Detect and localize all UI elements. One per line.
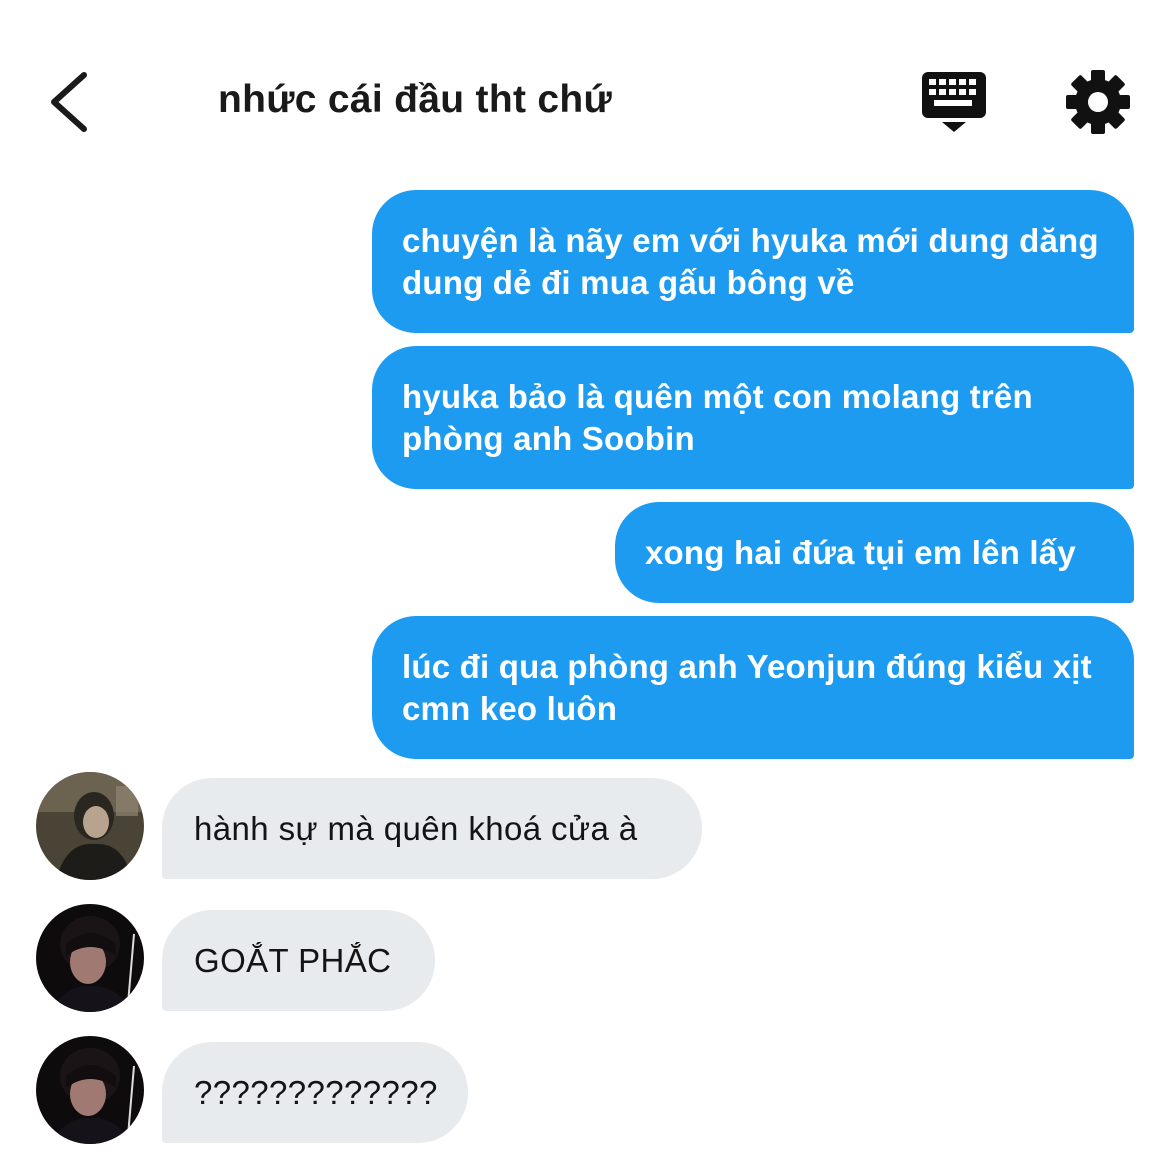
message-text: hành sự mà quên khoá cửa à xyxy=(194,809,638,847)
settings-button[interactable] xyxy=(1064,68,1132,136)
received-message[interactable]: hành sự mà quên khoá cửa à xyxy=(162,778,702,879)
keyboard-button[interactable] xyxy=(918,70,990,136)
conversation-header: nhức cái đầu tht chứ xyxy=(0,0,1170,180)
message-text: lúc đi qua phòng anh Yeonjun đúng kiểu x… xyxy=(402,647,1092,727)
message-text: xong hai đứa tụi em lên lấy xyxy=(645,533,1076,571)
back-button[interactable] xyxy=(38,62,98,142)
sent-message[interactable]: xong hai đứa tụi em lên lấy xyxy=(615,502,1134,603)
message-text: chuyện là nãy em với hyuka mới dung dăng… xyxy=(402,221,1099,301)
message-text: hyuka bảo là quên một con molang trên ph… xyxy=(402,377,1033,457)
received-message[interactable]: GOẮT PHẮC xyxy=(162,910,435,1011)
keyboard-icon xyxy=(922,72,986,132)
dm-conversation-screen: nhức cái đầu tht chứ chuyện là nãy em vớ… xyxy=(0,0,1170,1153)
sent-message[interactable]: chuyện là nãy em với hyuka mới dung dăng… xyxy=(372,190,1134,333)
message-text: GOẮT PHẮC xyxy=(194,941,392,979)
conversation-title: nhức cái đầu tht chứ xyxy=(218,78,613,121)
avatar[interactable] xyxy=(36,904,144,1012)
sent-message[interactable]: lúc đi qua phòng anh Yeonjun đúng kiểu x… xyxy=(372,616,1134,759)
avatar[interactable] xyxy=(36,772,144,880)
received-message[interactable]: ????????????? xyxy=(162,1042,468,1143)
avatar[interactable] xyxy=(36,1036,144,1144)
message-text: ????????????? xyxy=(194,1073,438,1111)
gear-icon xyxy=(1066,70,1130,134)
chevron-left-icon xyxy=(51,72,87,132)
sent-message[interactable]: hyuka bảo là quên một con molang trên ph… xyxy=(372,346,1134,489)
